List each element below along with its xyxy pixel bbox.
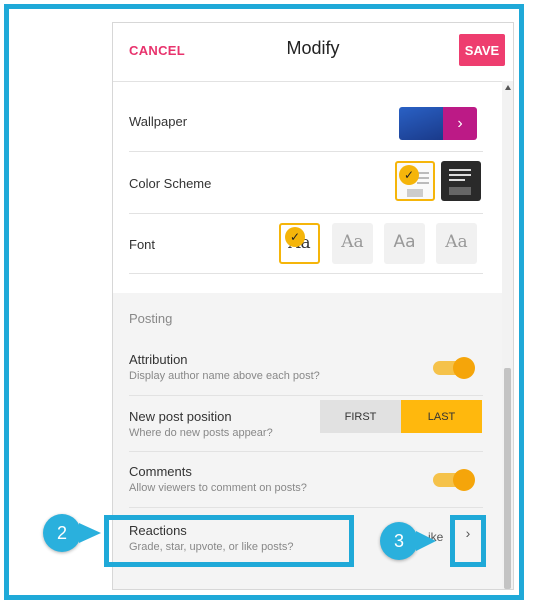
scheme-line <box>417 182 429 184</box>
font-row: Font Aa ✓ Aa Aa Aa <box>129 213 483 274</box>
font-option-2[interactable]: Aa <box>332 223 373 264</box>
toggle-knob <box>453 357 475 379</box>
page-title: Modify <box>286 38 340 58</box>
scheme-line <box>449 169 471 171</box>
attribution-toggle[interactable] <box>433 357 477 379</box>
toggle-knob <box>453 469 475 491</box>
comments-description: Allow viewers to comment on posts? <box>129 482 307 494</box>
attribution-description: Display author name above each post? <box>129 370 320 382</box>
wallpaper-preview <box>399 107 443 140</box>
panel-header: CANCEL Modify SAVE <box>113 23 513 82</box>
chevron-right-icon: › <box>443 107 477 140</box>
position-last-button[interactable]: LAST <box>401 400 482 433</box>
font-option-3[interactable]: Aa <box>384 223 425 264</box>
reactions-highlight-box <box>104 515 354 567</box>
scheme-line <box>417 177 429 179</box>
attribution-row: Attribution Display author name above ea… <box>129 339 483 396</box>
wallpaper-row: Wallpaper › <box>129 89 483 152</box>
scheme-image-icon <box>407 189 423 197</box>
font-label: Font <box>129 237 156 252</box>
posting-section-label: Posting <box>129 311 173 326</box>
comments-row: Comments Allow viewers to comment on pos… <box>129 451 483 508</box>
scrollbar-thumb[interactable] <box>504 368 511 589</box>
comments-toggle[interactable] <box>433 469 477 491</box>
wallpaper-picker-button[interactable]: › <box>399 107 477 140</box>
color-scheme-label: Color Scheme <box>129 176 212 191</box>
color-scheme-row: Color Scheme ✓ <box>129 151 483 214</box>
color-scheme-light-option[interactable]: ✓ <box>395 161 435 201</box>
wallpaper-label: Wallpaper <box>129 114 188 129</box>
new-post-position-label: New post position <box>129 409 232 424</box>
callout-badge-2: 2 <box>43 514 81 552</box>
new-post-position-description: Where do new posts appear? <box>129 427 273 439</box>
comments-label: Comments <box>129 464 192 479</box>
check-icon: ✓ <box>399 165 419 185</box>
scheme-line <box>449 179 465 181</box>
reactions-arrow-highlight-box <box>450 515 486 567</box>
attribution-label: Attribution <box>129 352 188 367</box>
scroll-up-arrow-icon[interactable] <box>505 85 511 90</box>
scheme-image-icon <box>449 187 471 195</box>
save-button[interactable]: SAVE <box>459 34 505 66</box>
callout-pointer-3 <box>416 531 436 551</box>
modify-panel: CANCEL Modify SAVE Wallpaper › Color Sch… <box>112 22 514 590</box>
position-first-button[interactable]: FIRST <box>320 400 401 433</box>
callout-pointer-2 <box>79 523 101 543</box>
check-icon: ✓ <box>285 227 305 247</box>
color-scheme-dark-option[interactable] <box>441 161 481 201</box>
new-post-position-row: New post position Where do new posts app… <box>129 395 483 452</box>
font-option-4[interactable]: Aa <box>436 223 477 264</box>
callout-badge-3: 3 <box>380 522 418 560</box>
new-post-position-segmented-control: FIRST LAST <box>320 400 482 433</box>
scheme-line <box>449 174 471 176</box>
